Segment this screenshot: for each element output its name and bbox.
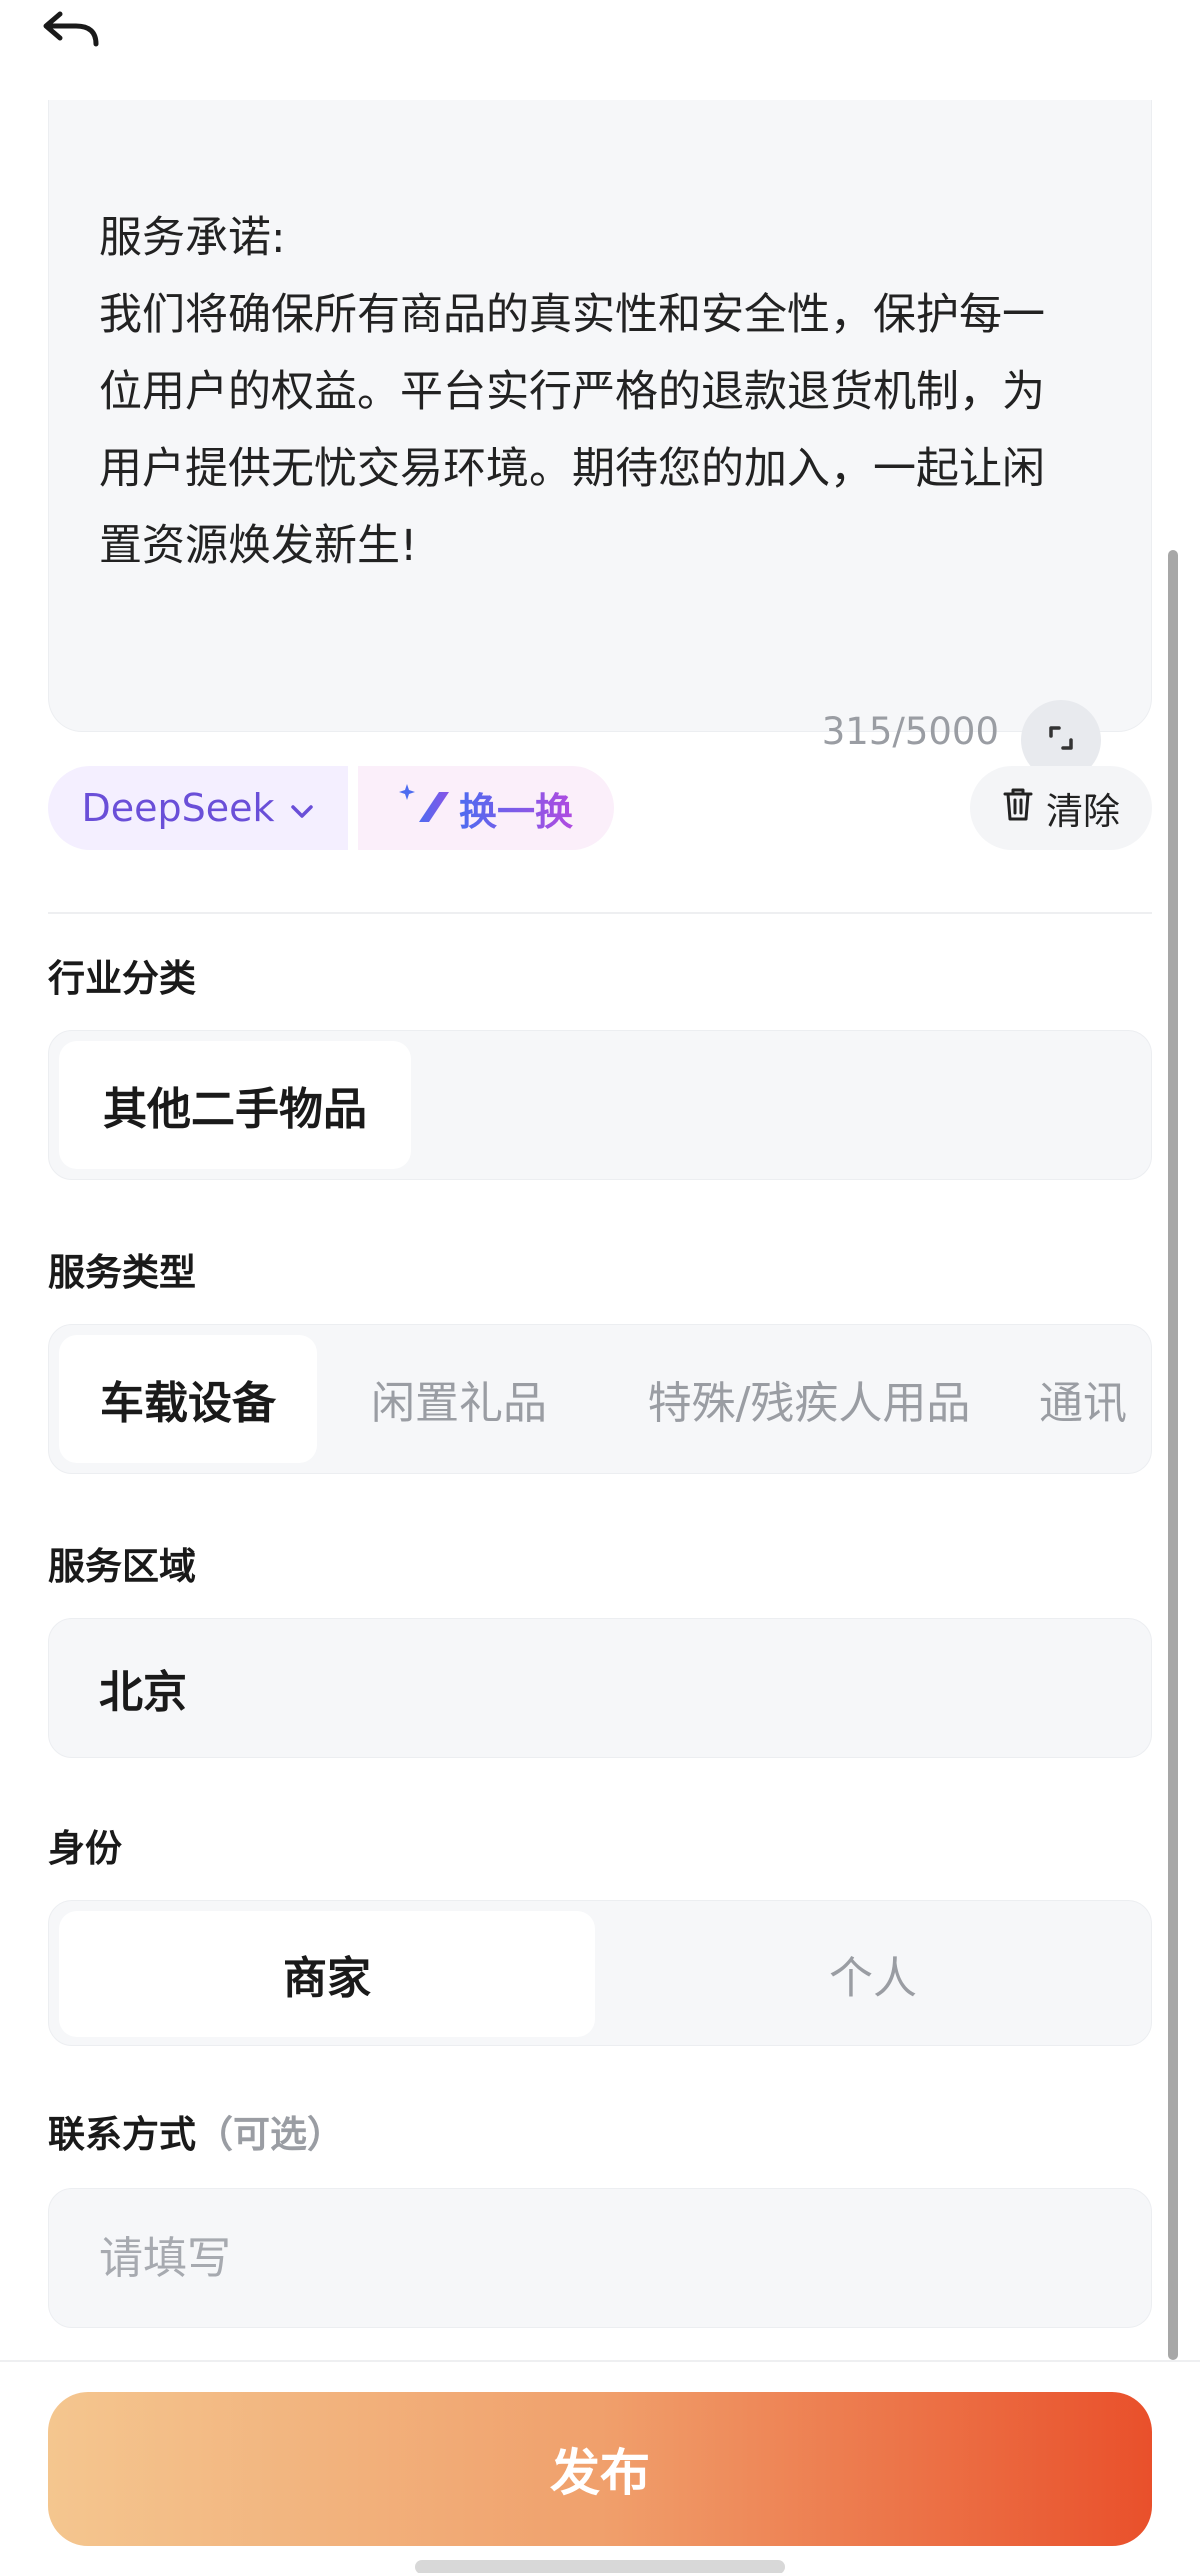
description-text[interactable]: 服务承诺: 我们将确保所有商品的真实性和安全性，保护每一 位用户的权益。平台实行… <box>99 200 1109 585</box>
service-area-field[interactable]: 北京 <box>48 1618 1152 1758</box>
description-line: 服务承诺: <box>99 213 286 263</box>
contact-title: 联系方式（可选） <box>48 2104 344 2158</box>
description-line: 用户提供无忧交易环境。期待您的加入，一起让闲 <box>99 444 1045 494</box>
ai-toolbar: DeepSeek 换一换 清除 <box>48 766 1152 850</box>
scrollbar[interactable] <box>1168 550 1178 2360</box>
service-type-option[interactable]: 特殊/残疾人用品 <box>609 1335 1009 1463</box>
trash-icon <box>1002 786 1034 831</box>
swap-label: 换一换 <box>459 781 573 836</box>
service-type-selector[interactable]: 车载设备 闲置礼品 特殊/残疾人用品 通讯 <box>48 1324 1152 1474</box>
description-card[interactable]: 服务承诺: 我们将确保所有商品的真实性和安全性，保护每一 位用户的权益。平台实行… <box>48 100 1152 780</box>
swap-button[interactable]: 换一换 <box>358 766 614 850</box>
service-type-title: 服务类型 <box>48 1251 196 1294</box>
service-type-option[interactable]: 闲置礼品 <box>339 1335 579 1463</box>
service-type-option[interactable]: 通讯 <box>1039 1335 1151 1463</box>
description-line: 置资源焕发新生! <box>99 521 418 571</box>
service-type-option[interactable]: 车载设备 <box>59 1335 317 1463</box>
clear-button[interactable]: 清除 <box>970 766 1152 850</box>
bottom-bar: 发布 <box>0 2360 1200 2573</box>
chevron-down-icon <box>289 786 315 830</box>
model-select-button[interactable]: DeepSeek <box>48 766 348 850</box>
identity-title: 身份 <box>48 1827 122 1870</box>
home-indicator <box>415 2560 785 2573</box>
back-button[interactable] <box>40 0 130 64</box>
scrollbar-thumb[interactable] <box>1168 550 1178 2360</box>
contact-title-text: 联系方式 <box>48 2113 196 2156</box>
magic-wand-icon <box>398 782 453 835</box>
divider <box>48 912 1152 914</box>
publish-button[interactable]: 发布 <box>48 2392 1152 2546</box>
contact-field[interactable] <box>48 2188 1152 2328</box>
industry-option-selected[interactable]: 其他二手物品 <box>59 1041 411 1169</box>
expand-icon <box>1045 722 1077 758</box>
description-line: 我们将确保所有商品的真实性和安全性，保护每一 <box>99 290 1045 340</box>
publish-page: 服务承诺: 我们将确保所有商品的真实性和安全性，保护每一 位用户的权益。平台实行… <box>0 0 1200 2573</box>
model-label: DeepSeek <box>81 786 275 830</box>
clear-label: 清除 <box>1046 790 1120 833</box>
char-counter: 315/5000 <box>821 710 999 753</box>
identity-selector[interactable]: 商家 个人 <box>48 1900 1152 2046</box>
service-area-title: 服务区域 <box>48 1545 196 1588</box>
identity-option-merchant[interactable]: 商家 <box>59 1911 595 2037</box>
industry-selector[interactable]: 其他二手物品 <box>48 1030 1152 1180</box>
back-arrow-icon <box>40 8 102 56</box>
industry-title: 行业分类 <box>48 957 196 1000</box>
description-line: 位用户的权益。平台实行严格的退款退货机制，为 <box>99 367 1045 417</box>
identity-option-personal[interactable]: 个人 <box>605 1911 1141 2037</box>
contact-input[interactable] <box>99 2232 1151 2284</box>
contact-optional-hint: （可选） <box>196 2113 344 2156</box>
